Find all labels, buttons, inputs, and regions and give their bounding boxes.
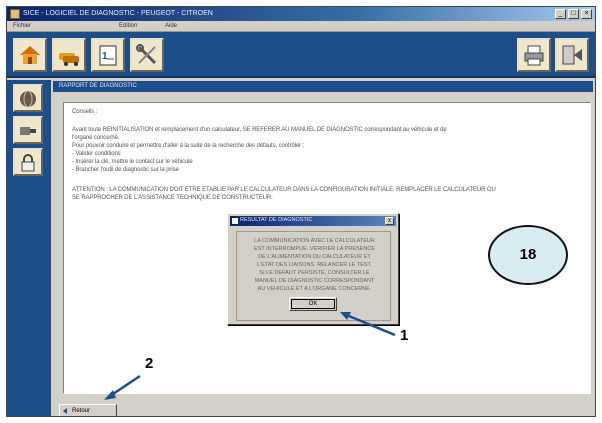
content-line: Pour pouvoir conduire et permettre d'all… [72,143,305,149]
document-button[interactable]: 1 [91,38,125,72]
back-button-label: Retour [72,408,91,414]
ok-button[interactable]: OK [289,297,337,311]
menu-file[interactable]: Fichier [13,23,31,29]
content-line: Avant toute REINITIALISATION et remplace… [72,127,447,133]
dialog-close-button[interactable]: x [385,217,394,225]
cars-icon [59,53,79,66]
arrow-left-icon [63,408,67,414]
application-window: SICE - LOGICIEL DE DIAGNOSTIC - PEUGEOT … [6,6,596,417]
content-line: l'organe concerné. [72,135,120,141]
dialog-message-line: MANUEL DE DIAGNOSTIC CORRESPONDANT [254,278,375,284]
dialog-message-line: EST INTERROMPUE. VERIFIER LA PRESENCE [254,246,375,252]
home-button[interactable] [13,38,47,72]
globe-icon [20,90,36,108]
callout-1-label: 1 [400,327,409,344]
exit-icon [562,45,582,65]
content-line: - Insérer la clé, mettre le contact sur … [72,159,193,165]
sidebar-item-globe[interactable] [13,84,43,112]
window-title: SICE - LOGICIEL DE DIAGNOSTIC - PEUGEOT … [23,10,213,17]
dialog-message-line: AU VEHICULE ET A L'ORGANE CONCERNE. [257,286,372,292]
main-toolbar: 1 [7,32,595,78]
menu-help[interactable]: Aide [165,23,177,29]
side-toolbar [7,80,51,416]
dialog-message-line: L'ETAT DES LIAISONS. RELANCER LE TEST. [257,262,372,268]
menu-bar: Fichier Edition Aide [7,21,595,32]
maximize-button[interactable]: □ [568,9,579,19]
diagnostic-result-dialog: RESULTAT DE DIAGNOSTIC x LA COMMUNICATIO… [227,213,399,325]
lock-icon [21,154,35,172]
tools-icon [136,44,157,65]
dialog-message-line: DE L'ALIMENTATION DU CALCULATEUR ET [258,254,371,260]
content-line: SE RAPPROCHER DE L'ASSISTANCE TECHNIQUE … [72,195,273,201]
title-bar: SICE - LOGICIEL DE DIAGNOSTIC - PEUGEOT … [7,7,595,21]
minimize-button[interactable]: _ [555,9,566,19]
content-line: Conseils : [72,109,98,115]
exit-button[interactable] [555,38,589,72]
connector-icon [20,127,36,135]
app-icon [10,9,20,19]
dialog-app-icon [232,218,238,224]
back-button[interactable]: Retour [59,404,117,416]
tools-button[interactable] [130,38,164,72]
printer-icon [524,45,544,66]
svg-text:1: 1 [102,51,108,62]
print-button[interactable] [517,38,551,72]
vehicles-button[interactable] [52,38,86,72]
sidebar-item-lock[interactable] [13,148,43,176]
dialog-message-line: SI LE DEFAUT PERSISTE, CONSULTER LE [259,270,370,276]
home-icon [20,46,40,64]
close-button[interactable]: × [581,9,592,19]
sidebar-item-connector[interactable] [13,116,43,144]
dialog-title: RESULTAT DE DIAGNOSTIC [240,217,313,223]
document-icon: 1 [99,45,117,66]
dialog-title-bar: RESULTAT DE DIAGNOSTIC x [230,216,396,226]
content-line: - Brancher l'outil de diagnostic sur la … [72,167,179,173]
content-line: ATTENTION : LA COMMUNICATION DOIT ETRE E… [72,187,496,193]
panel-title: RAPPORT DE DIAGNOSTIC [53,81,593,92]
dialog-message-line: LA COMMUNICATION AVEC LE CALCULATEUR [254,238,375,244]
step-number-badge: 18 [488,225,568,285]
menu-edit[interactable]: Edition [119,23,137,29]
callout-2-label: 2 [145,355,154,372]
content-line: - Valider conditions [72,151,121,157]
